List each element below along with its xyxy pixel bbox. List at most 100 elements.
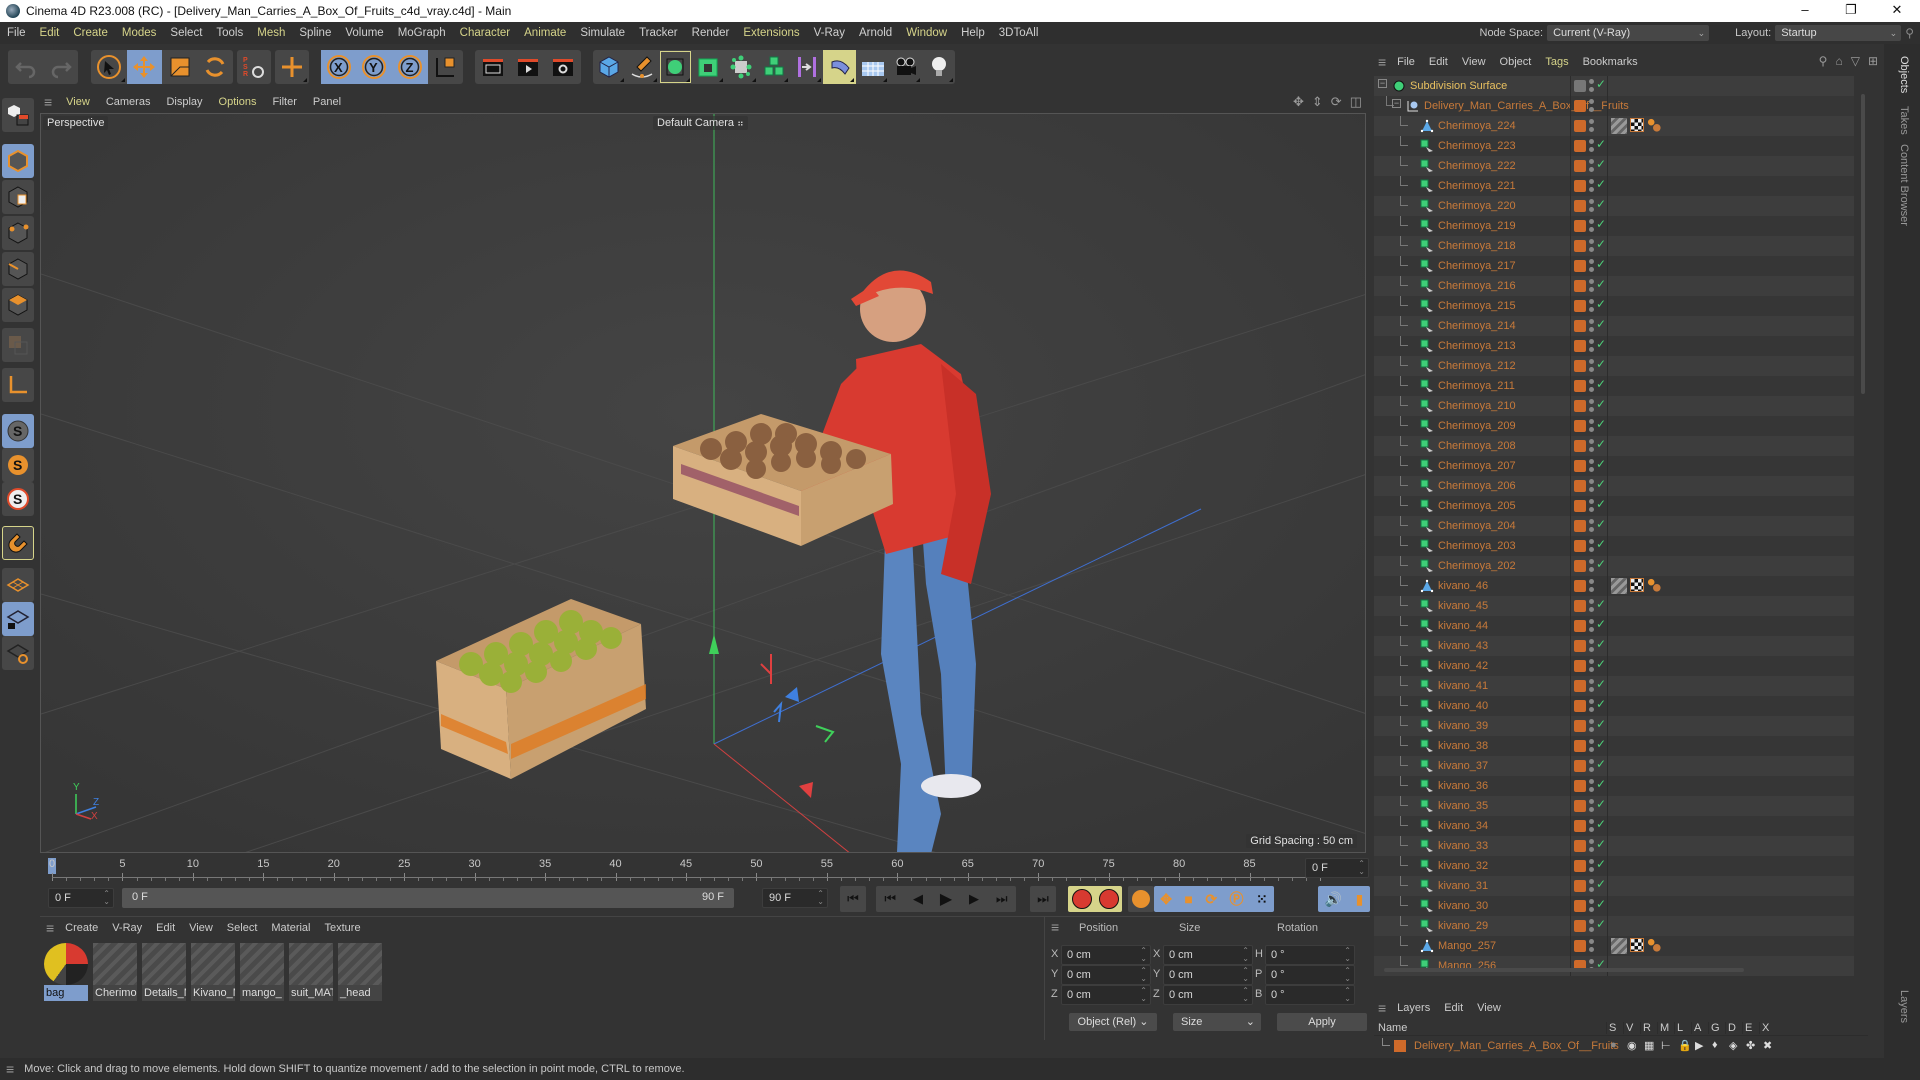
object-name[interactable]: kivano_38 <box>1438 740 1488 752</box>
object-row[interactable]: Cherimoya_219 ✓ <box>1374 216 1854 236</box>
enabled-check-icon[interactable]: ✓ <box>1596 317 1606 331</box>
layer-color-swatch[interactable] <box>1394 1040 1406 1052</box>
object-name[interactable]: Cherimoya_207 <box>1438 460 1516 472</box>
render-settings-button[interactable] <box>546 50 581 84</box>
enabled-check-icon[interactable]: ✓ <box>1596 357 1606 371</box>
layer-color-swatch[interactable] <box>1574 120 1586 132</box>
visibility-dots-icon[interactable] <box>1589 819 1594 833</box>
visibility-dots-icon[interactable] <box>1589 799 1594 813</box>
layer-color-swatch[interactable] <box>1574 860 1586 872</box>
scale-tool-button[interactable] <box>162 50 198 84</box>
light-button[interactable] <box>922 50 955 84</box>
material-menu-select[interactable]: Select <box>220 922 265 934</box>
next-key-button[interactable]: ⏭ <box>996 891 1008 907</box>
texture-tag-icon[interactable] <box>1630 938 1644 952</box>
prev-key-button[interactable]: ⏮ <box>884 891 896 907</box>
object-name[interactable]: Cherimoya_209 <box>1438 420 1516 432</box>
visibility-dots-icon[interactable] <box>1589 79 1594 93</box>
menu-file[interactable]: File <box>0 27 33 39</box>
enabled-check-icon[interactable]: ✓ <box>1596 917 1606 931</box>
visibility-dots-icon[interactable] <box>1589 339 1594 353</box>
object-row[interactable]: kivano_38 ✓ <box>1374 736 1854 756</box>
menu-extensions[interactable]: Extensions <box>736 27 806 39</box>
model-mode-button[interactable] <box>2 144 34 178</box>
object-menu-view[interactable]: View <box>1455 56 1493 68</box>
start-frame-field[interactable]: 0 F ⌃ ⌄ <box>48 888 114 908</box>
visibility-dots-icon[interactable] <box>1589 759 1594 773</box>
expression-icon[interactable]: ✤ <box>1746 1039 1755 1052</box>
layer-column-header[interactable]: E <box>1742 1022 1759 1034</box>
layer-menu-edit[interactable]: Edit <box>1437 1002 1470 1014</box>
material-item[interactable]: _head <box>338 943 382 1001</box>
go-to-end-button[interactable]: ⏭ <box>1030 886 1056 912</box>
visibility-dots-icon[interactable] <box>1589 919 1594 933</box>
layer-color-swatch[interactable] <box>1574 200 1586 212</box>
material-menu-v-ray[interactable]: V-Ray <box>105 922 149 934</box>
layer-color-swatch[interactable] <box>1574 720 1586 732</box>
object-row[interactable]: kivano_34 ✓ <box>1374 816 1854 836</box>
apply-button[interactable]: Apply <box>1277 1013 1367 1031</box>
lock-icon[interactable]: 🔒 <box>1678 1039 1692 1052</box>
enabled-check-icon[interactable]: ✓ <box>1596 637 1606 651</box>
close-button[interactable]: ✕ <box>1874 0 1920 22</box>
object-menu-object[interactable]: Object <box>1493 56 1539 68</box>
enabled-check-icon[interactable]: ✓ <box>1596 777 1606 791</box>
visibility-dots-icon[interactable] <box>1589 619 1594 633</box>
viewport-menu-display[interactable]: Display <box>158 96 210 108</box>
object-row[interactable]: kivano_45 ✓ <box>1374 596 1854 616</box>
menu-volume[interactable]: Volume <box>338 27 390 39</box>
layer-menu-layers[interactable]: Layers <box>1390 1002 1437 1014</box>
material-tag-icon[interactable] <box>1647 578 1661 592</box>
visibility-dots-icon[interactable] <box>1589 659 1594 673</box>
layer-color-swatch[interactable] <box>1574 80 1586 92</box>
object-row[interactable]: kivano_36 ✓ <box>1374 776 1854 796</box>
layer-color-swatch[interactable] <box>1574 780 1586 792</box>
bend-deformer-button[interactable] <box>823 50 857 84</box>
play-button[interactable]: ▶ <box>940 889 952 909</box>
enabled-check-icon[interactable]: ✓ <box>1596 557 1606 571</box>
enabled-check-icon[interactable]: ✓ <box>1596 817 1606 831</box>
viewport-menu-panel[interactable]: Panel <box>305 96 349 108</box>
filter-icon[interactable]: ▽ <box>1851 54 1860 68</box>
size-y-field[interactable]: 0 cm ⌃ ⌄ <box>1163 965 1253 985</box>
menu-mograph[interactable]: MoGraph <box>391 27 453 39</box>
world-coord-button[interactable] <box>428 50 464 84</box>
pan-view-icon[interactable]: ✥ <box>1293 94 1304 110</box>
object-row[interactable]: kivano_30 ✓ <box>1374 896 1854 916</box>
layer-column-header[interactable]: S <box>1606 1022 1623 1034</box>
layer-column-header[interactable]: X <box>1759 1022 1776 1034</box>
object-row[interactable]: Cherimoya_211 ✓ <box>1374 376 1854 396</box>
object-name[interactable]: Cherimoya_219 <box>1438 220 1516 232</box>
enabled-check-icon[interactable]: ✓ <box>1596 157 1606 171</box>
redo-button[interactable] <box>43 50 78 84</box>
layer-column-header[interactable]: V <box>1623 1022 1640 1034</box>
visibility-dots-icon[interactable] <box>1589 699 1594 713</box>
enabled-check-icon[interactable]: ✓ <box>1596 517 1606 531</box>
object-row[interactable]: Cherimoya_207 ✓ <box>1374 456 1854 476</box>
visibility-dots-icon[interactable] <box>1589 879 1594 893</box>
rotate-tool-button[interactable] <box>198 50 234 84</box>
visibility-dots-icon[interactable] <box>1589 679 1594 693</box>
menu-simulate[interactable]: Simulate <box>573 27 632 39</box>
object-menu-bookmarks[interactable]: Bookmarks <box>1576 56 1645 68</box>
viewport-menu-filter[interactable]: Filter <box>264 96 304 108</box>
visibility-dots-icon[interactable] <box>1589 239 1594 253</box>
object-name[interactable]: kivano_30 <box>1438 900 1488 912</box>
visibility-dots-icon[interactable] <box>1589 319 1594 333</box>
layer-color-swatch[interactable] <box>1574 760 1586 772</box>
enabled-check-icon[interactable]: ✓ <box>1596 717 1606 731</box>
y-axis-button[interactable]: Y <box>356 50 392 84</box>
layer-color-swatch[interactable] <box>1574 900 1586 912</box>
object-row[interactable]: Cherimoya_206 ✓ <box>1374 476 1854 496</box>
spinner-icon[interactable]: ⌃ ⌄ <box>1140 967 1147 983</box>
x-axis-button[interactable]: X <box>321 50 357 84</box>
object-row[interactable]: Cherimoya_218 ✓ <box>1374 236 1854 256</box>
generator-icon[interactable]: ♦ <box>1712 1039 1718 1051</box>
layer-color-swatch[interactable] <box>1574 360 1586 372</box>
visibility-dots-icon[interactable] <box>1589 379 1594 393</box>
spinner-icon[interactable]: ⌃ ⌄ <box>1344 947 1351 963</box>
enabled-check-icon[interactable]: ✓ <box>1596 337 1606 351</box>
enabled-check-icon[interactable]: ✓ <box>1596 757 1606 771</box>
enabled-check-icon[interactable]: ✓ <box>1596 237 1606 251</box>
object-row[interactable]: kivano_46 <box>1374 576 1854 596</box>
